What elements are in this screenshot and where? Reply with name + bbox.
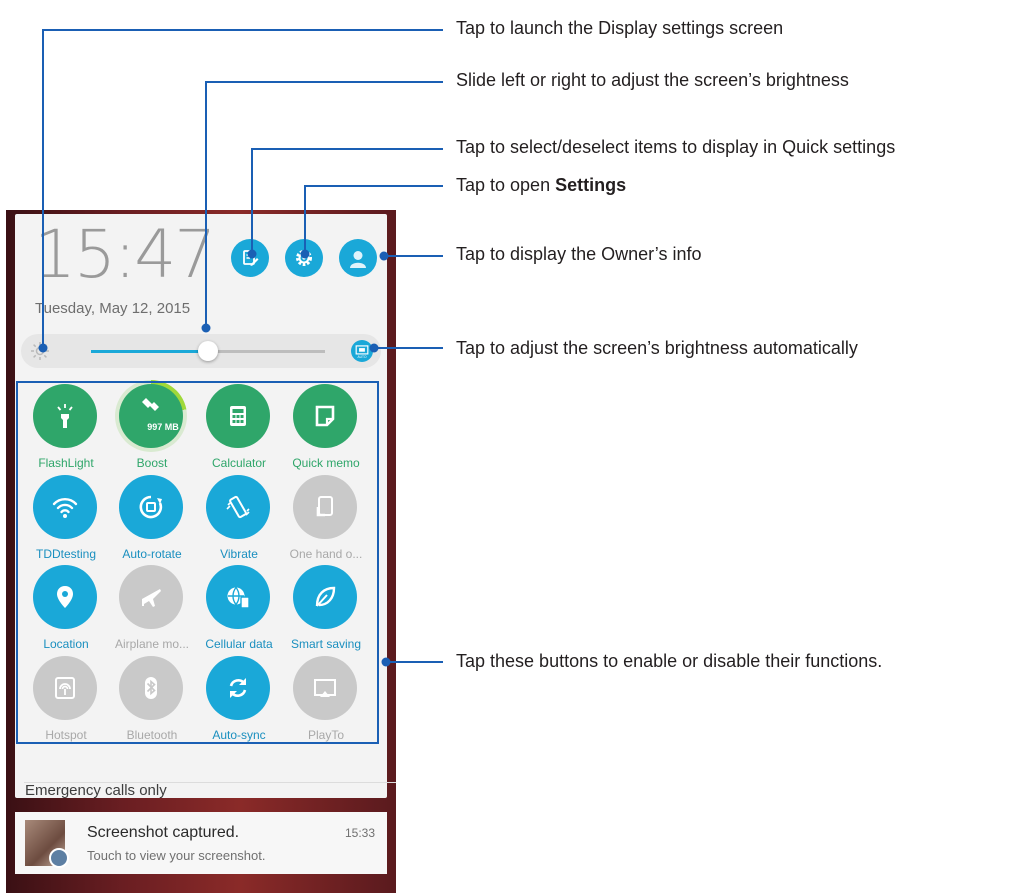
one-hand-toggle[interactable]: [293, 475, 357, 539]
cellular-data-toggle[interactable]: [206, 565, 270, 629]
tile-label: FlashLight: [38, 456, 94, 470]
emergency-status: Emergency calls only: [25, 782, 167, 799]
callout-open-settings: Tap to open Settings: [456, 175, 626, 196]
auto-brightness-icon: AUTO: [355, 345, 369, 359]
brightness-fill: [91, 350, 208, 353]
gallery-badge-icon: [49, 848, 69, 868]
tile-label: Location: [43, 637, 89, 651]
notification-text: Touch to view your screenshot.: [87, 848, 266, 863]
flashlight-icon: [57, 404, 73, 428]
owner-info-button[interactable]: [339, 239, 377, 277]
location-pin-icon: [57, 586, 73, 608]
brightness-thumb[interactable]: [198, 341, 218, 361]
callout-owner-info: Tap to display the Owner’s info: [456, 244, 702, 264]
tile-calculator[interactable]: Calculator: [194, 384, 284, 474]
cast-toggle[interactable]: [293, 656, 357, 720]
vibrate-icon: [226, 495, 250, 519]
one-hand-icon: [316, 496, 333, 517]
edit-quick-settings-button[interactable]: [231, 239, 269, 277]
edit-quick-settings-icon: [243, 250, 259, 266]
callout-toggle-buttons: Tap these buttons to enable or disable t…: [456, 651, 883, 671]
tile-label: Boost: [136, 456, 168, 470]
cellular-data-icon: [227, 587, 250, 609]
tile-label: Smart saving: [290, 637, 362, 651]
quick-settings-panel: 15:47 Tuesday, May 12, 2015 AUTO FlashLi…: [15, 214, 396, 798]
airplane-toggle[interactable]: [119, 565, 183, 629]
tile-tddtesting[interactable]: TDDtesting: [21, 475, 111, 565]
tile-label: Hotspot: [45, 728, 87, 742]
tile-cellular-data[interactable]: Cellular data: [194, 565, 284, 655]
tile-label: Quick memo: [292, 456, 360, 470]
tile-boost[interactable]: 997 MB Boost: [107, 380, 197, 474]
tile-label: Auto-sync: [212, 728, 266, 742]
tile-hotspot[interactable]: Hotspot: [21, 656, 111, 746]
sync-toggle[interactable]: [206, 656, 270, 720]
airplane-icon: [142, 589, 161, 607]
settings-button[interactable]: [285, 239, 323, 277]
tile-smart-saving[interactable]: Smart saving: [281, 565, 371, 655]
tile-label: Airplane mo...: [114, 637, 190, 651]
rotate-icon: [139, 495, 163, 519]
tile-label: Cellular data: [205, 637, 273, 651]
notification-title: Screenshot captured.: [87, 824, 240, 841]
user-avatar-icon: [350, 251, 366, 268]
tile-label: Vibrate: [220, 547, 258, 561]
rotate-toggle[interactable]: [119, 475, 183, 539]
callout-open-settings-bold: Settings: [555, 175, 627, 195]
tile-flashlight[interactable]: FlashLight: [21, 384, 111, 474]
tile-label: PlayTo: [307, 728, 345, 742]
tile-label: TDDtesting: [35, 547, 97, 561]
tile-label: One hand o...: [289, 547, 363, 561]
tile-bluetooth[interactable]: Bluetooth: [107, 656, 197, 746]
callout-edit-items: Tap to select/deselect items to display …: [456, 137, 896, 157]
calculator-icon: [230, 406, 246, 426]
leaf-icon: [315, 586, 336, 607]
quick-settings-grid: FlashLight 997 MB Boost Calculator Quick mem…: [19, 380, 383, 742]
callout-brightness-slider: Slide left or right to adjust the screen…: [456, 70, 849, 90]
flashlight-toggle[interactable]: [33, 384, 97, 448]
callout-auto-brightness: Tap to adjust the screen’s brightness au…: [456, 338, 858, 358]
cast-icon: [314, 679, 336, 697]
tile-label: Bluetooth: [126, 728, 178, 742]
tile-auto-rotate[interactable]: Auto-rotate: [107, 475, 197, 565]
hotspot-icon: [55, 677, 75, 699]
auto-brightness-button[interactable]: AUTO: [351, 340, 373, 362]
wifi-toggle[interactable]: [33, 475, 97, 539]
tile-label: Auto-rotate: [122, 547, 182, 561]
brightness-row: AUTO: [21, 334, 381, 368]
memo-toggle[interactable]: [293, 384, 357, 448]
clock: 15:47: [34, 216, 216, 293]
screenshot-thumbnail: [25, 820, 69, 868]
date: Tuesday, May 12, 2015: [35, 300, 191, 317]
tile-label: Calculator: [211, 456, 267, 470]
callout-open-settings-prefix: Tap to open: [456, 175, 556, 195]
calculator-toggle[interactable]: [206, 384, 270, 448]
notification-time: 15:33: [345, 826, 376, 840]
phone-screen: 15:47 Tuesday, May 12, 2015 AUTO FlashLi…: [6, 210, 396, 893]
screenshot-notification[interactable]: Screenshot captured. Touch to view your …: [15, 812, 387, 874]
bluetooth-icon: [145, 677, 157, 699]
location-pin-toggle[interactable]: [33, 565, 97, 629]
leaf-toggle[interactable]: [293, 565, 357, 629]
memo-icon: [315, 405, 335, 427]
boost-icon: [142, 398, 159, 411]
tile-vibrate[interactable]: Vibrate: [194, 475, 284, 565]
gear-icon: [296, 250, 312, 266]
tile-location[interactable]: Location: [21, 565, 111, 655]
tile-auto-sync[interactable]: Auto-sync: [194, 656, 284, 746]
tile-playto[interactable]: PlayTo: [281, 656, 371, 746]
bluetooth-toggle[interactable]: [119, 656, 183, 720]
boost-toggle[interactable]: 997 MB: [119, 384, 183, 448]
tile-airplane-mo[interactable]: Airplane mo...: [107, 565, 197, 655]
tile-one-hand-o[interactable]: One hand o...: [281, 475, 371, 565]
tile-quick-memo[interactable]: Quick memo: [281, 384, 371, 474]
display-settings-icon[interactable]: [29, 340, 51, 362]
hotspot-toggle[interactable]: [33, 656, 97, 720]
wifi-icon: [52, 498, 78, 518]
vibrate-toggle[interactable]: [206, 475, 270, 539]
auto-label: AUTO: [357, 355, 366, 359]
sync-icon: [229, 678, 247, 698]
callout-display-settings: Tap to launch the Display settings scree…: [456, 18, 784, 38]
